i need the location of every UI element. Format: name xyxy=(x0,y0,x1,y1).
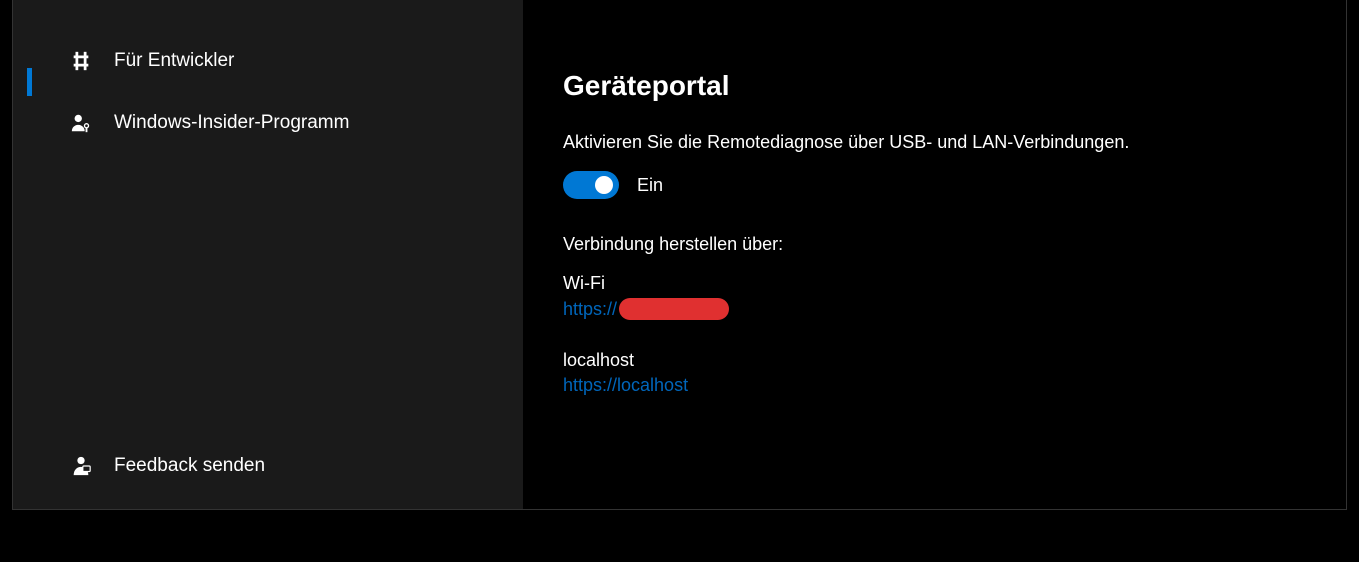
toggle-row: Ein xyxy=(563,171,1306,199)
sidebar-spacer xyxy=(13,154,523,435)
feedback-icon xyxy=(68,453,94,479)
localhost-url-link[interactable]: https://localhost xyxy=(563,375,688,396)
connection-block-localhost: localhost https://localhost xyxy=(563,350,1306,396)
connection-link-row: https:// xyxy=(563,298,1306,320)
content-pane: Geräteportal Aktivieren Sie die Remotedi… xyxy=(523,0,1346,509)
sidebar-footer-feedback[interactable]: Feedback senden xyxy=(13,435,523,509)
sidebar-item-for-developers[interactable]: Für Entwickler xyxy=(13,30,523,92)
device-portal-toggle[interactable] xyxy=(563,171,619,199)
developer-icon xyxy=(68,48,94,74)
connection-block-wifi: Wi-Fi https:// xyxy=(563,273,1306,320)
person-key-icon xyxy=(68,110,94,136)
sidebar: Für Entwickler Windows-Insider-Programm xyxy=(13,0,523,509)
redacted-mark xyxy=(619,298,729,320)
wifi-url-link[interactable]: https:// xyxy=(563,299,617,320)
connection-link-row: https://localhost xyxy=(563,375,1306,396)
connection-label: Wi-Fi xyxy=(563,273,1306,294)
settings-window: Für Entwickler Windows-Insider-Programm xyxy=(12,0,1347,510)
sidebar-item-windows-insider[interactable]: Windows-Insider-Programm xyxy=(13,92,523,154)
connection-label: localhost xyxy=(563,350,1306,371)
toggle-state-label: Ein xyxy=(637,175,663,196)
section-title: Geräteportal xyxy=(563,70,1306,102)
sidebar-item-label: Windows-Insider-Programm xyxy=(114,112,349,134)
sidebar-footer-label: Feedback senden xyxy=(114,455,265,477)
toggle-knob xyxy=(595,176,613,194)
sidebar-item-label: Für Entwickler xyxy=(114,50,234,72)
section-description: Aktivieren Sie die Remotediagnose über U… xyxy=(563,132,1306,153)
connect-heading: Verbindung herstellen über: xyxy=(563,234,1306,255)
